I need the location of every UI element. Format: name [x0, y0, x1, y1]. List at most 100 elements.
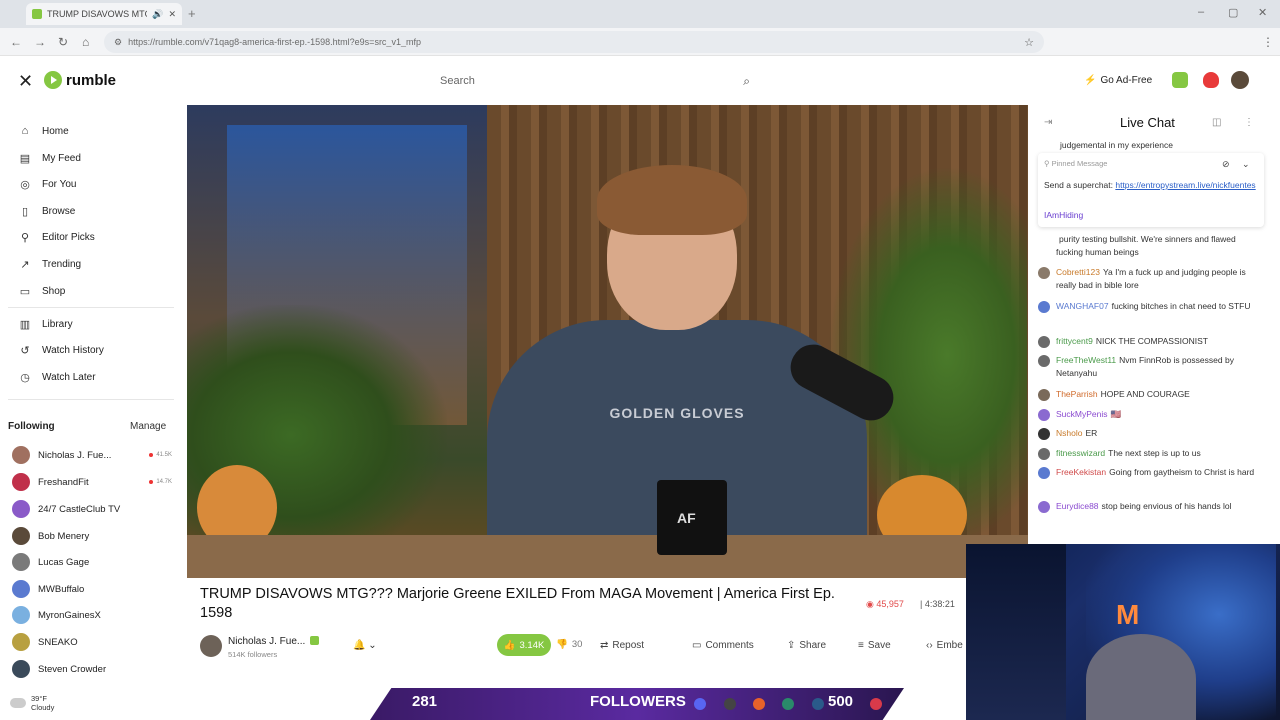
channel-name[interactable]: Nicholas J. Fue...: [228, 636, 305, 647]
video-host-hair: [597, 165, 747, 235]
channel-followers: 514K followers: [228, 650, 278, 659]
chat-username[interactable]: Cobretti123: [1056, 267, 1100, 277]
rumble-logo[interactable]: rumble: [44, 71, 116, 89]
sidebar-item-for-you[interactable]: ◎ For You: [18, 174, 76, 194]
chat-username[interactable]: TheParrish: [1056, 389, 1098, 399]
notification-bell-icon[interactable]: 🔔 ⌄: [353, 640, 377, 651]
channel-name: 24/7 CastleClub TV: [38, 503, 121, 515]
go-ad-free-button[interactable]: ⚡ Go Ad-Free: [1084, 75, 1152, 86]
following-item[interactable]: MyronGainesX: [12, 605, 172, 625]
chevron-down-icon[interactable]: ⌄: [1242, 159, 1250, 170]
video-player[interactable]: GOLDEN GLOVES AF: [187, 105, 1028, 578]
user-avatar[interactable]: [1231, 71, 1249, 89]
chat-text: The next step is up to us: [1108, 448, 1201, 458]
chat-username[interactable]: WANGHAF07: [1056, 301, 1109, 311]
sidebar-item-editor-picks[interactable]: ⚲ Editor Picks: [18, 227, 95, 247]
chat-avatar: [1038, 267, 1050, 279]
webcam-neon-sign: M: [1116, 599, 1140, 630]
chat-avatar: [1038, 428, 1050, 440]
browser-tab[interactable]: TRUMP DISAVOWS MTG??? 🔊 ✕: [26, 3, 182, 25]
chat-username[interactable]: FreeTheWest11: [1056, 355, 1116, 365]
weather-temp: 39°F: [31, 694, 47, 703]
channel-name: Nicholas J. Fue...: [38, 449, 112, 461]
save-icon: ≡: [858, 640, 864, 651]
notifications-bell-icon[interactable]: [1203, 72, 1219, 88]
home-icon[interactable]: ⌂: [82, 35, 89, 49]
video-title: TRUMP DISAVOWS MTG??? Marjorie Greene EX…: [200, 586, 835, 621]
app-icon: [753, 698, 765, 710]
channel-avatar: [12, 446, 30, 464]
following-item[interactable]: FreshandFit 14.7K: [12, 472, 172, 492]
sidebar-item-trending[interactable]: ↗ Trending: [18, 254, 81, 274]
url-field[interactable]: ⚙ https://rumble.com/v71qag8-america-fir…: [104, 31, 1044, 53]
repost-label: Repost: [612, 640, 645, 651]
sidebar-item-home[interactable]: ⌂ Home: [18, 121, 69, 141]
like-button[interactable]: 👍 3.14K: [497, 634, 551, 656]
bookmark-star-icon[interactable]: ☆: [1024, 36, 1034, 49]
chat-message: WANGHAF07 fucking bitches in chat need to…: [1038, 300, 1264, 313]
reload-icon[interactable]: ↻: [58, 35, 68, 49]
chat-message: Cobretti123 Ya I'm a fuck up and judging …: [1038, 266, 1264, 292]
following-item[interactable]: Lucas Gage: [12, 552, 172, 572]
pinned-link[interactable]: https://entropystream.live/nickfuentes: [1115, 180, 1255, 190]
sidebar-item-browse[interactable]: ▯ Browse: [18, 201, 75, 221]
save-label: Save: [867, 640, 891, 651]
sidebar-item-label: My Feed: [42, 152, 81, 164]
save-button[interactable]: ≡ Save: [858, 640, 891, 651]
weather-widget[interactable]: 39°F Cloudy: [10, 694, 54, 712]
speaker-icon[interactable]: 🔊: [152, 9, 163, 20]
hide-icon[interactable]: ⊘: [1222, 159, 1230, 170]
embed-button[interactable]: ‹› Embe: [926, 640, 963, 651]
search-icon[interactable]: ⌕: [743, 74, 750, 89]
chat-avatar: [1038, 336, 1050, 348]
back-icon[interactable]: ←: [10, 35, 22, 49]
pinned-username[interactable]: IAmHiding: [1044, 210, 1083, 220]
close-tab-icon[interactable]: ✕: [168, 9, 176, 20]
chat-menu-icon[interactable]: ⋮: [1244, 117, 1254, 128]
chat-message-partial: judgemental in my experience: [1060, 140, 1173, 150]
repost-button[interactable]: ⇄ Repost: [600, 640, 644, 651]
pinned-text: Send a superchat: https://entropystream.…: [1044, 179, 1258, 192]
chat-text: Going from gaytheism to Christ is hard: [1109, 467, 1255, 477]
close-sidebar-icon[interactable]: ✕: [18, 71, 33, 92]
new-tab-icon[interactable]: +: [188, 6, 196, 21]
following-item[interactable]: Bob Menery: [12, 526, 172, 546]
url-text: https://rumble.com/v71qag8-america-first…: [128, 37, 421, 47]
maximize-icon[interactable]: ▢: [1228, 6, 1238, 19]
upload-icon[interactable]: [1172, 72, 1188, 88]
chat-username[interactable]: frittycent9: [1056, 336, 1093, 346]
share-button[interactable]: ⇪ Share: [787, 640, 826, 651]
chat-username[interactable]: Nsholo: [1056, 428, 1082, 438]
sidebar-item-shop[interactable]: ▭ Shop: [18, 281, 66, 301]
forward-icon[interactable]: →: [34, 35, 46, 49]
chat-username[interactable]: SuckMyPenis: [1056, 409, 1108, 419]
collapse-chat-icon[interactable]: ⇥: [1044, 117, 1052, 128]
chat-toggle-icon[interactable]: ◫: [1212, 117, 1221, 128]
sidebar-item-my-feed[interactable]: ▤ My Feed: [18, 148, 81, 168]
chat-username[interactable]: FreeKekistan: [1056, 467, 1106, 477]
sidebar-item-watch-later[interactable]: ◷ Watch Later: [18, 367, 95, 387]
chat-username[interactable]: fitnesswizard: [1056, 448, 1105, 458]
close-window-icon[interactable]: ✕: [1258, 6, 1267, 19]
cloud-icon: [10, 698, 26, 708]
menu-dots-icon[interactable]: ⋮: [1262, 35, 1274, 49]
dislike-button[interactable]: 👎 30: [556, 639, 582, 650]
minimize-icon[interactable]: –: [1198, 6, 1204, 18]
channel-avatar[interactable]: [200, 635, 222, 657]
comments-button[interactable]: ▭ Comments: [692, 640, 754, 651]
following-item[interactable]: Nicholas J. Fue... 41.5K: [12, 445, 172, 465]
chat-username[interactable]: Eurydice88: [1056, 501, 1099, 511]
manage-link[interactable]: Manage: [130, 421, 166, 432]
thumbs-up-icon: 👍: [503, 639, 516, 651]
following-item[interactable]: MWBuffalo: [12, 579, 172, 599]
following-item[interactable]: Steven Crowder: [12, 659, 172, 679]
sidebar-item-watch-history[interactable]: ↺ Watch History: [18, 340, 103, 360]
sidebar-item-library[interactable]: ▥ Library: [18, 314, 73, 334]
following-item[interactable]: 24/7 CastleClub TV: [12, 499, 172, 519]
live-viewers: 41.5K: [149, 452, 172, 458]
webcam-monitor: [966, 544, 1066, 720]
following-item[interactable]: SNEAKO: [12, 632, 172, 652]
search-input[interactable]: Search ⌕: [430, 69, 760, 93]
site-info-icon[interactable]: ⚙: [114, 37, 122, 48]
chat-avatar: [1038, 467, 1050, 479]
